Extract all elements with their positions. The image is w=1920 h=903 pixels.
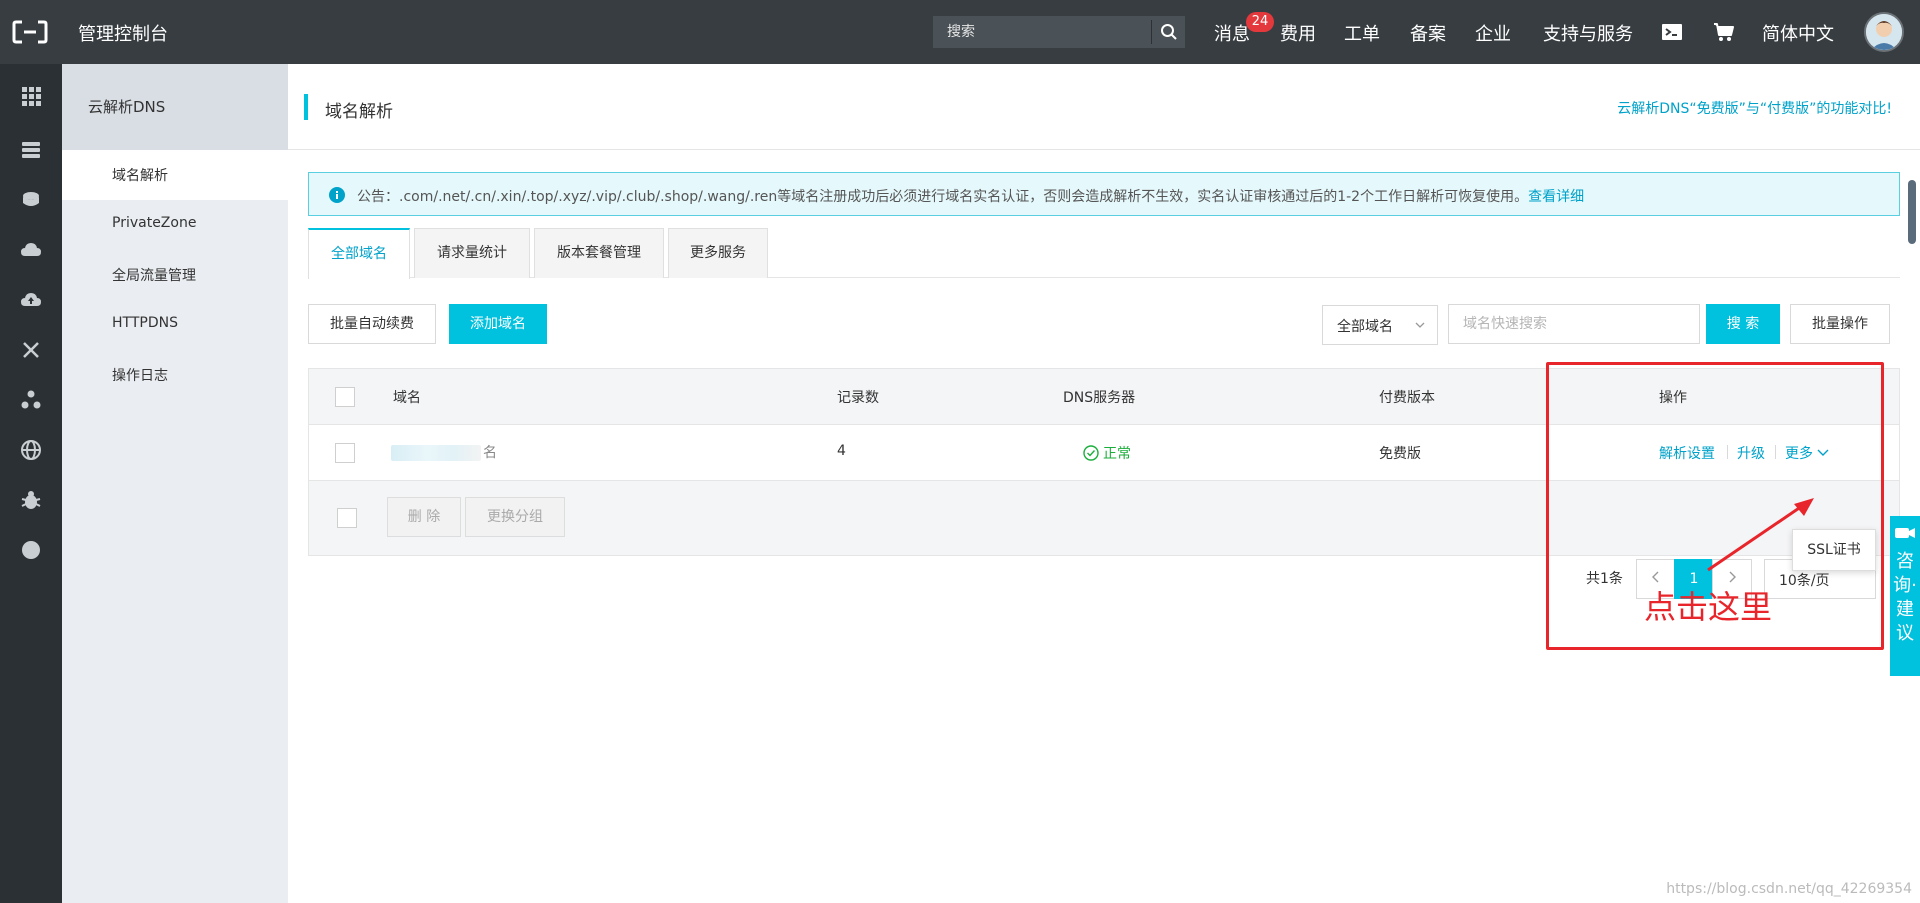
product-icon-bar: [0, 64, 62, 903]
header-domain: 域名: [393, 390, 421, 406]
globe-icon[interactable]: [19, 438, 43, 462]
nav-filing[interactable]: 备案: [1410, 20, 1446, 46]
info-icon: [329, 187, 345, 203]
nav-fees[interactable]: 费用: [1280, 20, 1316, 46]
aliyun-logo-icon[interactable]: [12, 18, 48, 46]
sidebar-item-operation-log[interactable]: 操作日志: [62, 350, 288, 400]
sidebar-item-httpdns[interactable]: HTTPDNS: [62, 300, 288, 350]
dns-sidebar: 云解析DNS 域名解析 PrivateZone 全局流量管理 HTTPDNS 操…: [62, 64, 288, 903]
cloud-icon[interactable]: [19, 238, 43, 262]
sidebar-title: 云解析DNS: [62, 64, 288, 150]
feedback-label: 咨询·建议: [1893, 551, 1917, 644]
cart-icon[interactable]: [1712, 20, 1736, 44]
tab-more-services[interactable]: 更多服务: [668, 228, 768, 278]
avatar-person-icon: [1866, 14, 1902, 50]
search-divider: [1151, 20, 1152, 44]
sidebar-item-domain-resolve[interactable]: 域名解析: [62, 150, 288, 200]
select-all-checkbox[interactable]: [335, 387, 355, 407]
top-bar: 管理控制台 消息 24 费用 工单 备案 企业 支持与服务 简体中文: [0, 0, 1920, 64]
page-title: 域名解析: [325, 102, 393, 122]
plan-value: 免费版: [1379, 446, 1421, 462]
domain-group-select-value: 全部域名: [1337, 319, 1393, 335]
nav-language[interactable]: 简体中文: [1762, 20, 1834, 46]
search-icon[interactable]: [1159, 22, 1179, 42]
announcement-text: 公告：.com/.net/.cn/.xin/.top/.xyz/.vip/.cl…: [357, 186, 1584, 206]
title-accent-bar: [304, 94, 308, 120]
network-icon[interactable]: [19, 338, 43, 362]
tab-plan-management[interactable]: 版本套餐管理: [534, 228, 664, 278]
global-search-input[interactable]: [933, 16, 1151, 48]
row-checkbox[interactable]: [335, 443, 355, 463]
announcement-banner: 公告：.com/.net/.cn/.xin/.top/.xyz/.vip/.cl…: [308, 172, 1900, 216]
user-avatar[interactable]: [1864, 12, 1904, 52]
annotation-arrow-icon: [1707, 498, 1814, 572]
view-details-link[interactable]: 查看详细: [1528, 189, 1584, 205]
cluster-icon[interactable]: [19, 388, 43, 412]
domain-tabs: 全部域名 请求量统计 版本套餐管理 更多服务: [308, 228, 1900, 279]
tab-request-stats[interactable]: 请求量统计: [414, 228, 530, 278]
dns-status-text: 正常: [1103, 446, 1131, 462]
scrollbar-thumb[interactable]: [1908, 180, 1916, 244]
chat-icon: [1895, 528, 1915, 538]
messages-badge: 24: [1246, 12, 1274, 32]
nav-support[interactable]: 支持与服务: [1543, 20, 1633, 46]
domain-group-select[interactable]: 全部域名: [1322, 305, 1438, 345]
batch-operations-button[interactable]: 批量操作: [1790, 304, 1890, 344]
watermark: https://blog.csdn.net/qq_42269354: [1666, 881, 1912, 897]
terminal-icon[interactable]: [1660, 20, 1684, 44]
header-dns-server: DNS服务器: [1063, 390, 1136, 406]
check-circle-icon: [1083, 445, 1099, 461]
change-group-button[interactable]: 更换分组: [465, 497, 565, 537]
domain-quick-search-input[interactable]: [1448, 304, 1700, 344]
blurred-domain-name[interactable]: [391, 445, 481, 461]
database-icon[interactable]: [19, 188, 43, 212]
bug-icon[interactable]: [19, 488, 43, 512]
server-icon[interactable]: [19, 138, 43, 162]
feedback-tab[interactable]: 咨询·建议: [1890, 516, 1920, 676]
domain-name-tail: 名: [483, 445, 497, 461]
header-records: 记录数: [837, 390, 879, 406]
cloud-upload-icon[interactable]: [19, 288, 43, 312]
header-plan: 付费版本: [1379, 390, 1435, 406]
nav-tickets[interactable]: 工单: [1344, 20, 1380, 46]
annotation-text: 点击这里: [1644, 588, 1773, 626]
nav-enterprise[interactable]: 企业: [1475, 20, 1511, 46]
search-button[interactable]: 搜 索: [1706, 304, 1780, 344]
circle-icon[interactable]: [19, 538, 43, 562]
footer-select-checkbox[interactable]: [337, 508, 357, 528]
batch-auto-renew-button[interactable]: 批量自动续费: [308, 304, 436, 344]
dns-status: 正常: [1083, 443, 1131, 463]
console-title[interactable]: 管理控制台: [78, 20, 168, 46]
tab-all-domains[interactable]: 全部域名: [308, 228, 410, 279]
chevron-down-icon: [1415, 322, 1425, 328]
announcement-body: 公告：.com/.net/.cn/.xin/.top/.xyz/.vip/.cl…: [357, 189, 1529, 205]
nav-messages[interactable]: 消息: [1214, 20, 1250, 46]
global-search: [933, 16, 1185, 48]
grid-menu-icon[interactable]: [19, 84, 43, 108]
sidebar-item-privatezone[interactable]: PrivateZone: [62, 200, 288, 250]
sidebar-item-global-traffic[interactable]: 全局流量管理: [62, 250, 288, 300]
record-count: 4: [837, 443, 846, 459]
page-header: 域名解析 云解析DNS“免费版”与“付费版”的功能对比!: [288, 64, 1920, 150]
delete-button[interactable]: 删 除: [387, 497, 461, 537]
add-domain-button[interactable]: 添加域名: [449, 304, 547, 344]
compare-plans-link[interactable]: 云解析DNS“免费版”与“付费版”的功能对比!: [1617, 98, 1892, 118]
